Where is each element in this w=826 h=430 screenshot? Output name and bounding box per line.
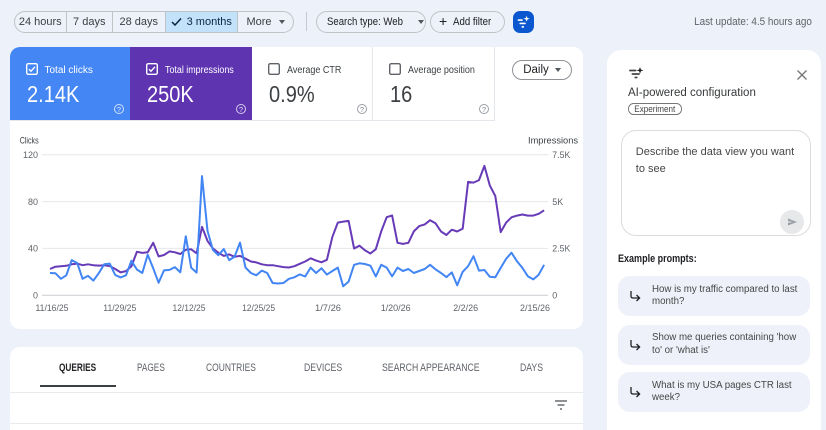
svg-text:40: 40 xyxy=(28,244,38,254)
svg-text:11/29/25: 11/29/25 xyxy=(103,303,136,313)
svg-text:Clicks: Clicks xyxy=(20,136,39,147)
svg-text:80: 80 xyxy=(28,197,38,207)
svg-text:12/25/25: 12/25/25 xyxy=(242,303,275,313)
svg-text:5K: 5K xyxy=(552,197,563,207)
svg-text:11/16/25: 11/16/25 xyxy=(36,303,69,313)
svg-text:0: 0 xyxy=(552,291,557,301)
svg-text:1/7/26: 1/7/26 xyxy=(315,303,341,313)
svg-text:2/15/26: 2/15/26 xyxy=(520,303,550,313)
svg-text:1/20/26: 1/20/26 xyxy=(381,303,411,313)
svg-text:2/2/26: 2/2/26 xyxy=(453,303,478,313)
svg-text:12/12/25: 12/12/25 xyxy=(173,303,206,313)
svg-text:7.5K: 7.5K xyxy=(552,150,570,160)
svg-text:2.5K: 2.5K xyxy=(552,244,570,254)
svg-text:Impressions: Impressions xyxy=(528,136,578,147)
svg-text:0: 0 xyxy=(33,291,38,301)
svg-text:120: 120 xyxy=(23,150,38,160)
